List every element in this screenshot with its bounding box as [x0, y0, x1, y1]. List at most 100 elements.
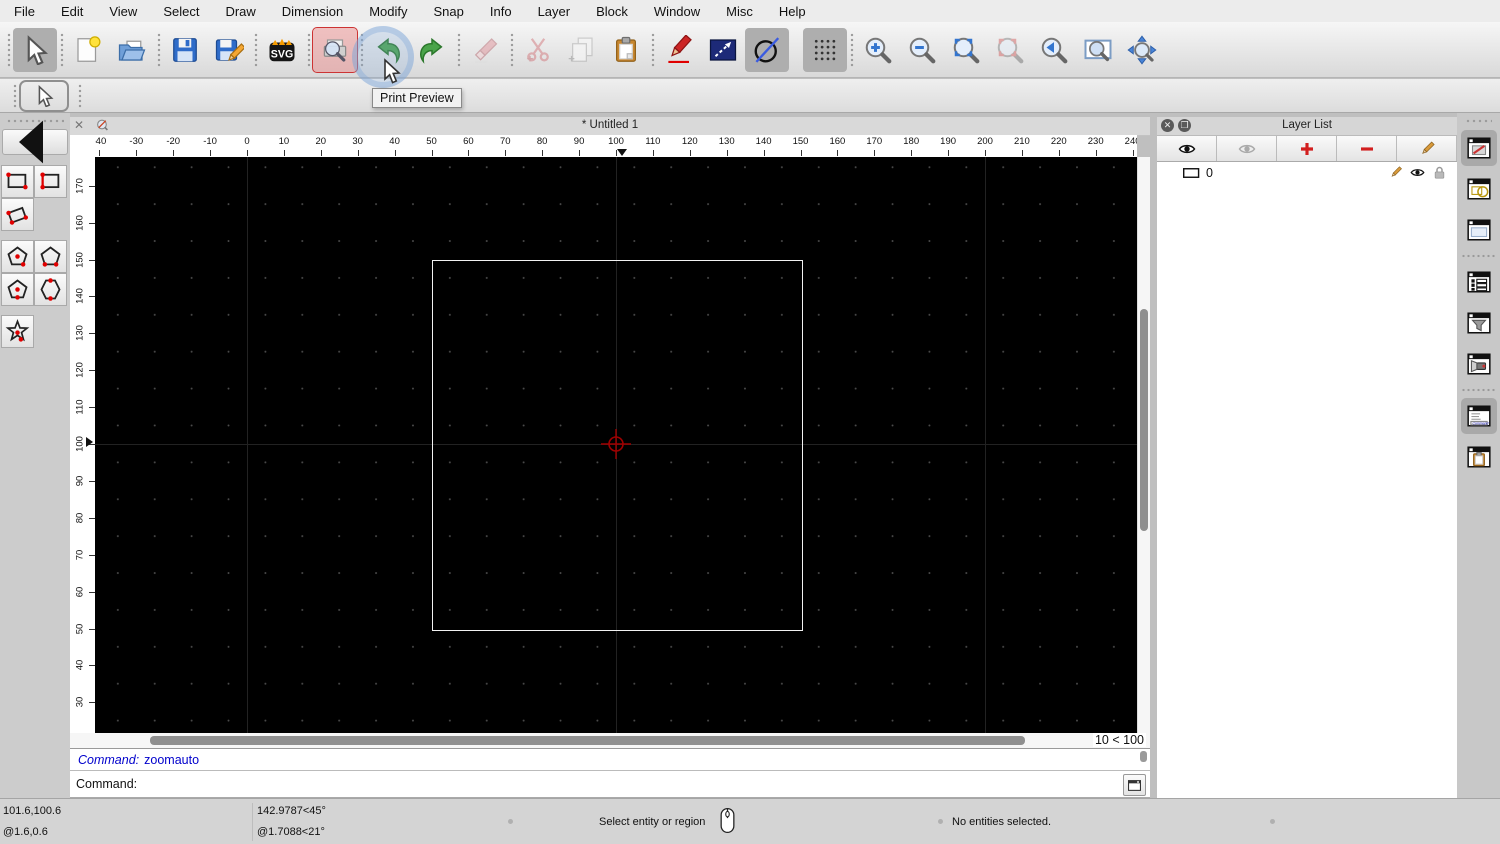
export-svg-button[interactable]: SVG: [260, 28, 304, 72]
zoom-window-button[interactable]: [1076, 28, 1120, 72]
menu-block[interactable]: Block: [596, 4, 628, 19]
vertical-scrollbar-thumb[interactable]: [1140, 309, 1148, 531]
draw-pen-button[interactable]: [657, 28, 701, 72]
vertical-scrollbar[interactable]: [1137, 157, 1150, 733]
toolbar-drag-handle[interactable]: [4, 32, 13, 67]
copy-button[interactable]: +: [560, 28, 604, 72]
drawing-canvas[interactable]: [95, 157, 1137, 733]
save-button[interactable]: [163, 28, 207, 72]
edit-layer-button[interactable]: [1397, 136, 1457, 161]
h-ruler-label: 130: [718, 136, 735, 147]
dock-clipboard-toggle-button[interactable]: [1461, 439, 1497, 475]
menu-dimension[interactable]: Dimension: [282, 4, 343, 19]
dashed-arrow-box-icon: [709, 38, 737, 61]
selection-rectangle-button[interactable]: [701, 28, 745, 72]
menu-window[interactable]: Window: [654, 4, 700, 19]
h-ruler-label: 200: [977, 136, 993, 147]
zoom-back-button[interactable]: [1032, 28, 1076, 72]
polygon-2vertices-tool-button[interactable]: [34, 240, 67, 273]
layer-row[interactable]: 0: [1157, 162, 1457, 183]
rect-2corners-tool-button[interactable]: [1, 165, 34, 198]
hide-all-layers-button[interactable]: [1217, 136, 1277, 161]
h-ruler-label: 40: [389, 136, 400, 147]
grid-toggle-button[interactable]: [803, 27, 847, 72]
circle-line-mode-button[interactable]: [745, 27, 789, 72]
delete-button[interactable]: [463, 28, 507, 72]
zoom-previous-button[interactable]: [988, 28, 1032, 72]
cut-button[interactable]: +: [516, 28, 560, 72]
zoom-pan-icon: [1127, 34, 1157, 65]
select-tool-2-button[interactable]: [19, 79, 69, 112]
menu-select[interactable]: Select: [163, 4, 199, 19]
polygon-inscribed-tool-button[interactable]: [34, 273, 67, 306]
paste-button[interactable]: [604, 28, 648, 72]
menu-misc[interactable]: Misc: [726, 4, 753, 19]
dock-pen-palette-toggle-button[interactable]: [1460, 130, 1497, 166]
copy-pages-icon: +: [568, 37, 593, 65]
palette-back-button[interactable]: [2, 120, 68, 164]
select-tool-button[interactable]: [13, 27, 57, 72]
dock-command-line-toggle-button[interactable]: Command: [1460, 398, 1497, 434]
layer-edit-pencil-icon[interactable]: [1388, 165, 1403, 180]
new-document-button[interactable]: [66, 28, 110, 72]
remove-layer-button[interactable]: [1337, 136, 1397, 161]
v-ruler-label: 60: [74, 586, 86, 597]
dock-preview-toggle-button[interactable]: [1461, 212, 1497, 248]
polygon-2vertices-icon: [40, 246, 61, 267]
horizontal-scrollbar[interactable]: 10 < 100: [70, 733, 1150, 748]
add-layer-button[interactable]: [1277, 136, 1337, 161]
command-input-row[interactable]: Command:: [70, 771, 1150, 798]
menu-draw[interactable]: Draw: [225, 4, 255, 19]
window-shapes-icon: [1466, 178, 1491, 200]
rect-side-icon: [40, 172, 60, 190]
toolbar-drag-handle[interactable]: [57, 32, 66, 67]
h-ruler-label: 30: [352, 136, 363, 147]
polygon-center-side-tool-button[interactable]: [1, 273, 34, 306]
h-ruler-label: 0: [244, 136, 250, 147]
dock-layer-list-toggle-button[interactable]: [1461, 264, 1497, 300]
h-ruler-tick: [99, 150, 101, 156]
print-preview-button[interactable]: [312, 26, 358, 73]
zoom-pan-button[interactable]: [1120, 28, 1164, 72]
redo-button[interactable]: [410, 28, 454, 72]
h-ruler-label: 70: [500, 136, 511, 147]
open-document-button[interactable]: [110, 28, 154, 72]
h-ruler-label: -40: [95, 136, 107, 147]
dock-block-toggle-button[interactable]: [1461, 171, 1497, 207]
menu-view[interactable]: View: [109, 4, 137, 19]
command-history-scrollbar[interactable]: [1139, 751, 1148, 769]
polygon-center-vertex-tool-button[interactable]: [1, 240, 34, 273]
mouse-hint: Select entity or region: [599, 816, 706, 828]
menu-info[interactable]: Info: [490, 4, 512, 19]
h-ruler-label: 170: [866, 136, 883, 147]
strip-drag-handle[interactable]: [1465, 117, 1492, 125]
zoom-auto-button[interactable]: [944, 28, 988, 72]
layer-visible-eye-icon[interactable]: [1410, 165, 1425, 180]
horizontal-scrollbar-thumb[interactable]: [150, 736, 1025, 745]
save-as-button[interactable]: [207, 28, 251, 72]
h-ruler-tick: [1058, 150, 1060, 156]
command-history-scrollbar-thumb[interactable]: [1140, 751, 1147, 762]
menu-layer[interactable]: Layer: [538, 4, 571, 19]
menu-modify[interactable]: Modify: [369, 4, 407, 19]
absolute-coordinates: 101.6,100.6: [3, 805, 62, 817]
command-detach-button[interactable]: [1123, 774, 1146, 796]
dock-block-list-toggle-button[interactable]: [1461, 346, 1497, 382]
menu-file[interactable]: File: [14, 4, 35, 19]
menu-edit[interactable]: Edit: [61, 4, 83, 19]
menu-help[interactable]: Help: [779, 4, 806, 19]
zoom-out-button[interactable]: [900, 28, 944, 72]
dock-strip-separator: [1461, 253, 1496, 259]
dock-layer-filter-toggle-button[interactable]: [1461, 305, 1497, 341]
zoom-in-button[interactable]: [856, 28, 900, 72]
rect-side-tool-button[interactable]: [34, 165, 67, 198]
layer-lock-icon[interactable]: [1432, 165, 1447, 180]
star-tool-button[interactable]: [1, 315, 34, 348]
show-all-layers-button[interactable]: [1157, 136, 1217, 161]
menu-snap[interactable]: Snap: [434, 4, 464, 19]
rect-rotated-tool-button[interactable]: [1, 198, 34, 231]
h-ruler-tick: [689, 150, 691, 156]
print-preview-icon: [323, 38, 347, 62]
h-ruler-label: 20: [315, 136, 327, 147]
v-ruler-label: 50: [74, 623, 86, 634]
